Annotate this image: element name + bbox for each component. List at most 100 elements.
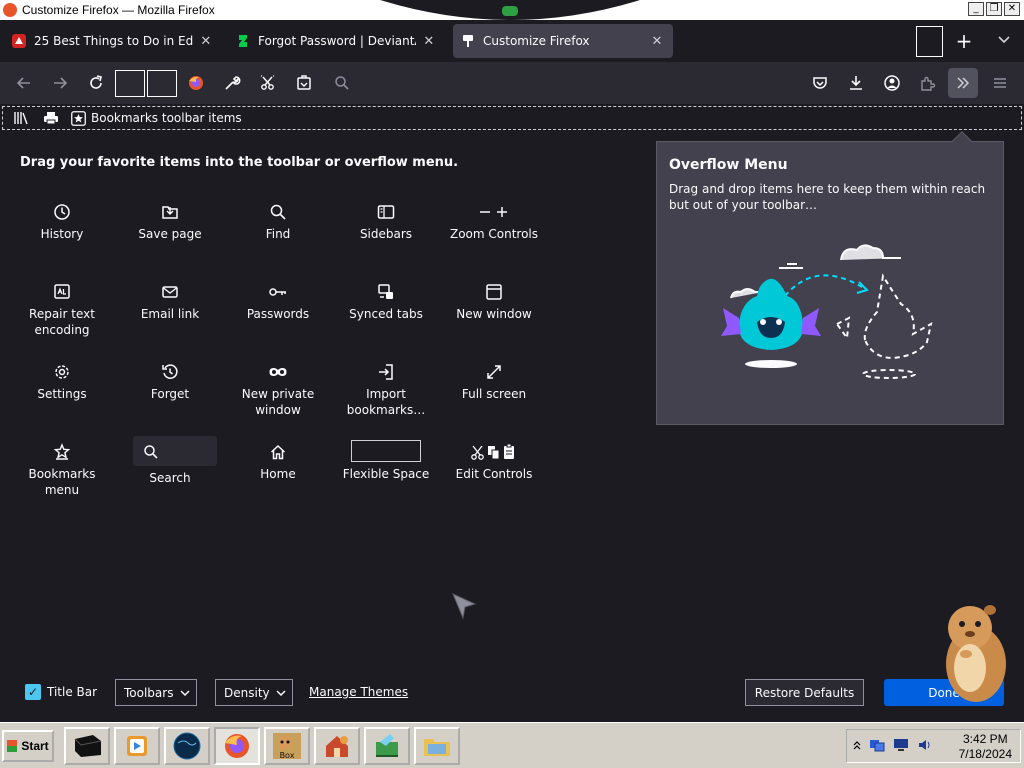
palette-item-label: Synced tabs: [349, 307, 423, 321]
tab-edmonton[interactable]: 25 Best Things to Do in Edmonton ✕: [4, 24, 220, 58]
palette-item-import-bookmarks[interactable]: Import bookmarks…: [336, 360, 436, 418]
paste-go-button[interactable]: [292, 71, 316, 95]
palette-item-full-screen[interactable]: Full screen: [444, 360, 544, 402]
tray-expand-icon[interactable]: [853, 739, 861, 753]
manage-themes-link[interactable]: Manage Themes: [309, 685, 408, 699]
overflow-menu-panel[interactable]: Overflow Menu Drag and drop items here t…: [656, 131, 1004, 425]
title-bar-label: Title Bar: [47, 685, 98, 699]
extensions-button[interactable]: [916, 71, 940, 95]
taskbar-app-box[interactable]: Box: [264, 727, 310, 765]
palette-item-label: Email link: [140, 307, 200, 321]
taskbar-app-folder[interactable]: [414, 727, 460, 765]
taskbar-app-installer[interactable]: [364, 727, 410, 765]
palette-item-label: Passwords: [246, 307, 310, 321]
tray-clock[interactable]: 3:42 PM 7/18/2024: [959, 732, 1012, 762]
terminal-box-icon: [74, 735, 102, 757]
flexible-space-placeholder: [916, 26, 943, 57]
reload-button[interactable]: [84, 71, 108, 95]
palette-item-edit-controls[interactable]: Edit Controls: [444, 440, 544, 482]
forget-icon: [120, 360, 220, 384]
palette-item-save-page[interactable]: Save page: [120, 200, 220, 242]
palette-item-bookmarks-menu[interactable]: Bookmarks menu: [12, 440, 112, 498]
bookmarks-toolbar-items[interactable]: Bookmarks toolbar items: [71, 110, 242, 126]
back-button[interactable]: [12, 71, 36, 95]
density-dropdown[interactable]: Density: [215, 679, 293, 706]
box-label: Box: [280, 751, 295, 760]
window-title: Customize Firefox — Mozilla Firefox: [22, 3, 215, 17]
palette-item-forget[interactable]: Forget: [120, 360, 220, 402]
account-button[interactable]: [880, 71, 904, 95]
flexible-space-2[interactable]: [147, 70, 177, 97]
tab-customize-firefox[interactable]: Customize Firefox ✕: [453, 24, 673, 58]
palette-item-new-window[interactable]: New window: [444, 280, 544, 322]
palette-item-label: Home: [260, 467, 296, 481]
bookmarks-toolbar: Bookmarks toolbar items: [2, 106, 1022, 130]
downloads-button[interactable]: [844, 71, 868, 95]
close-tab-icon[interactable]: ✕: [422, 34, 436, 49]
taskbar-app-firefox[interactable]: [214, 727, 260, 765]
forward-button[interactable]: [48, 71, 72, 95]
close-tab-icon[interactable]: ✕: [649, 34, 665, 49]
system-tray: 3:42 PM 7/18/2024: [846, 729, 1021, 763]
palette-item-new-private-window[interactable]: New private window: [228, 360, 328, 418]
titlebar-notch-decoration: [380, 0, 640, 20]
app-menu-button[interactable]: [988, 71, 1012, 95]
pocket-button[interactable]: [808, 71, 832, 95]
title-bar-checkbox[interactable]: ✓: [25, 684, 41, 700]
mask-icon: [228, 360, 328, 384]
palette-item-passwords[interactable]: Passwords: [228, 280, 328, 322]
display-tray-icon[interactable]: [893, 738, 909, 755]
palette-item-home[interactable]: Home: [228, 440, 328, 482]
palette-item-label: Forget: [150, 387, 190, 401]
print-icon[interactable]: [43, 111, 59, 125]
library-icon[interactable]: [13, 111, 29, 125]
palette-item-history[interactable]: History: [12, 200, 112, 242]
minimize-button[interactable]: _: [968, 2, 984, 16]
tripadvisor-favicon-icon: [12, 34, 26, 48]
palette-item-repair-text-encoding[interactable]: Repair text encoding: [12, 280, 112, 338]
palette-item-zoom-controls[interactable]: Zoom Controls: [444, 200, 544, 242]
tools-button[interactable]: [220, 71, 244, 95]
navigation-toolbar: [0, 62, 1024, 104]
magnifier-icon: [335, 76, 349, 90]
address-bar-search[interactable]: [330, 71, 354, 95]
toolbars-dropdown[interactable]: Toolbars: [115, 679, 197, 706]
palette-item-find[interactable]: Find: [228, 200, 328, 242]
palette-item-label: Repair text encoding: [29, 307, 95, 337]
screenshot-button[interactable]: [256, 71, 280, 95]
wrench-icon: [225, 76, 241, 90]
text-encoding-icon: [12, 280, 112, 304]
palette-item-search[interactable]: Search: [120, 440, 220, 486]
palette-item-synced-tabs[interactable]: Synced tabs: [336, 280, 436, 322]
customize-brush-icon: [461, 34, 475, 48]
restore-defaults-button[interactable]: Restore Defaults: [745, 679, 864, 706]
taskbar-app-house[interactable]: [314, 727, 360, 765]
edit-controls-icon: [444, 440, 544, 464]
palette-item-flexible-space[interactable]: Flexible Space: [336, 440, 436, 482]
tab-deviantart[interactable]: Forgot Password | DeviantArt ✕: [228, 24, 444, 58]
close-window-button[interactable]: ✕: [1004, 2, 1020, 16]
taskbar-app-media-player[interactable]: [114, 727, 160, 765]
volume-tray-icon[interactable]: [917, 738, 933, 755]
palette-item-label: New private window: [241, 387, 315, 417]
flexible-space-1[interactable]: [115, 70, 145, 97]
maximize-button[interactable]: ❐: [986, 2, 1002, 16]
overflow-menu-title: Overflow Menu: [669, 157, 788, 173]
clock-time: 3:42 PM: [962, 732, 1008, 746]
new-window-icon: [444, 280, 544, 304]
panel-arrow: [952, 131, 972, 151]
close-tab-icon[interactable]: ✕: [200, 34, 212, 49]
palette-item-settings[interactable]: Settings: [12, 360, 112, 402]
gear-icon: [12, 360, 112, 384]
firefox-view-button[interactable]: [184, 71, 208, 95]
taskbar-app-globe[interactable]: [164, 727, 210, 765]
palette-item-sidebars[interactable]: Sidebars: [336, 200, 436, 242]
start-button[interactable]: Start: [2, 730, 54, 762]
taskbar-app-terminal[interactable]: [64, 727, 110, 765]
list-all-tabs-button[interactable]: [994, 30, 1014, 52]
palette-item-email-link[interactable]: Email link: [120, 280, 220, 322]
new-tab-button[interactable]: +: [953, 30, 975, 52]
palette-item-label: New window: [456, 307, 532, 321]
overflow-menu-button[interactable]: [948, 68, 978, 98]
network-tray-icon[interactable]: [869, 738, 885, 755]
